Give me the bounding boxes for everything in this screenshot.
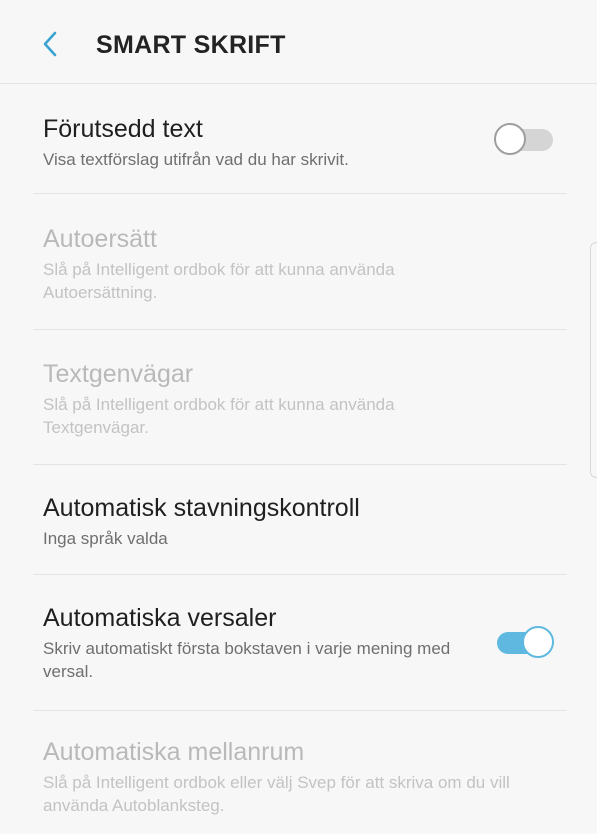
auto-capitalization-toggle[interactable]: [494, 626, 554, 658]
setting-title: Automatisk stavningskontroll: [43, 494, 360, 522]
back-button[interactable]: [32, 26, 68, 62]
chevron-left-icon: [43, 31, 57, 57]
toggle-knob: [522, 626, 554, 658]
settings-list: Förutsedd text Visa textförslag utifrån …: [0, 84, 597, 834]
smart-skrift-screen: SMART SKRIFT Förutsedd text Visa textför…: [0, 0, 597, 834]
setting-title: Automatiska mellanrum: [43, 738, 305, 766]
setting-autoreplace[interactable]: Autoersätt Slå på Intelligent ordbok för…: [0, 194, 597, 330]
setting-subtitle: Slå på Intelligent ordbok för att kunna …: [43, 395, 395, 437]
setting-predictive-text[interactable]: Förutsedd text Visa textförslag utifrån …: [0, 84, 597, 194]
setting-title: Förutsedd text: [43, 115, 203, 143]
setting-title: Automatiska versaler: [43, 604, 277, 632]
setting-spell-check[interactable]: Automatisk stavningskontroll Inga språk …: [0, 465, 597, 575]
setting-title: Textgenvägar: [43, 360, 194, 388]
setting-title: Autoersätt: [43, 225, 157, 253]
setting-subtitle: Slå på Intelligent ordbok eller välj Sve…: [43, 773, 510, 815]
predictive-text-toggle[interactable]: [494, 123, 554, 155]
setting-text-shortcuts[interactable]: Textgenvägar Slå på Intelligent ordbok f…: [0, 330, 597, 465]
setting-auto-capitalization[interactable]: Automatiska versaler Skriv automatiskt f…: [0, 575, 597, 711]
setting-subtitle: Visa textförslag utifrån vad du har skri…: [43, 150, 349, 169]
app-bar: SMART SKRIFT: [0, 0, 597, 84]
toggle-knob: [494, 123, 526, 155]
setting-subtitle: Slå på Intelligent ordbok för att kunna …: [43, 260, 395, 302]
setting-auto-spacing[interactable]: Automatiska mellanrum Slå på Intelligent…: [0, 711, 597, 834]
setting-subtitle: Inga språk valda: [43, 529, 168, 548]
page-title: SMART SKRIFT: [96, 31, 286, 59]
setting-subtitle: Skriv automatiskt första bokstaven i var…: [43, 639, 451, 681]
scroll-indicator[interactable]: [590, 242, 597, 478]
